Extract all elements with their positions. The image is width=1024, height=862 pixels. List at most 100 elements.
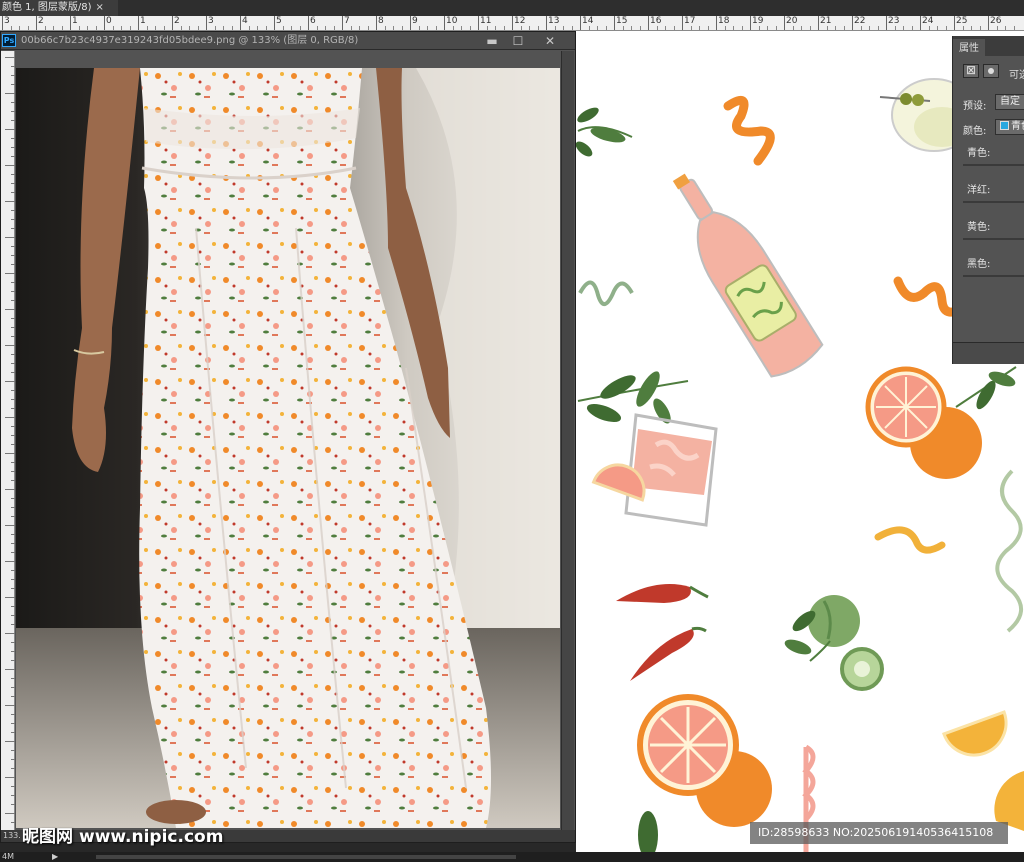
ruler-tick	[240, 16, 241, 30]
ruler-tick	[11, 210, 15, 211]
vertical-scrollbar[interactable]	[561, 51, 574, 831]
ruler-label: 26	[990, 16, 1002, 26]
black-slider[interactable]	[963, 275, 1024, 277]
ruler-minor-tick	[486, 26, 488, 30]
adjustment-icon[interactable]	[963, 63, 979, 78]
ruler-tick	[11, 624, 15, 625]
ruler-tick	[11, 102, 15, 103]
ruler-minor-tick	[469, 26, 471, 30]
ruler-label: 1	[140, 16, 146, 26]
ruler-tick	[11, 579, 15, 580]
ruler-minor-tick	[418, 26, 420, 30]
ruler-minor-tick	[605, 26, 607, 30]
ruler-minor-tick	[87, 26, 88, 30]
horizontal-scrollbar[interactable]	[96, 855, 516, 859]
ruler-minor-tick	[835, 26, 836, 30]
ruler-minor-tick	[665, 26, 666, 30]
preset-select[interactable]: 自定	[995, 94, 1024, 110]
ruler-minor-tick	[733, 26, 734, 30]
document-zoom-readout[interactable]: 133.	[3, 830, 21, 842]
ruler-tick	[886, 16, 887, 30]
ruler-tick	[11, 426, 15, 427]
ruler-minor-tick	[741, 26, 743, 30]
ruler-minor-tick	[393, 26, 394, 30]
document-tab[interactable]: 颜色 1, 图层蒙版/8) ×	[0, 0, 118, 16]
document-window[interactable]: Ps 00b66c7b23c4937e319243fd05bdee9.png @…	[0, 31, 576, 843]
ruler-minor-tick	[223, 26, 224, 30]
ruler-tick	[11, 660, 15, 661]
ruler-minor-tick	[945, 26, 947, 30]
ruler-minor-tick	[894, 26, 896, 30]
chili-peppers	[616, 584, 709, 681]
ruler-minor-tick	[903, 26, 904, 30]
vertical-ruler[interactable]	[1, 51, 15, 831]
photoshop-icon: Ps	[2, 34, 16, 47]
ruler-tick	[11, 336, 15, 337]
cocktail-glass	[624, 413, 718, 527]
ruler-tick	[11, 732, 15, 733]
ruler-minor-tick	[316, 26, 318, 30]
green-squiggle	[578, 280, 634, 306]
ruler-tick	[11, 768, 15, 769]
ruler-tick	[5, 741, 15, 742]
watermark-id: ID:28598633 NO:20250619140536415108	[750, 822, 1008, 844]
ruler-tick	[11, 66, 15, 67]
document-title: 00b66c7b23c4937e319243fd05bdee9.png @ 13…	[21, 35, 359, 46]
ruler-minor-tick	[673, 26, 675, 30]
ruler-minor-tick	[1013, 26, 1015, 30]
ruler-tick	[11, 651, 15, 652]
restore-icon[interactable]: ☐	[507, 33, 529, 49]
ruler-minor-tick	[350, 26, 352, 30]
ruler-tick	[11, 255, 15, 256]
ruler-tick	[11, 84, 15, 85]
ruler-minor-tick	[869, 26, 870, 30]
ruler-minor-tick	[19, 26, 20, 30]
orange-squiggle	[723, 95, 775, 166]
ruler-tick	[5, 705, 15, 706]
window-close-icon[interactable]: ✕	[539, 33, 561, 49]
ruler-tick	[11, 543, 15, 544]
ruler-tick	[11, 300, 15, 301]
ruler-tick	[11, 147, 15, 148]
ruler-tick	[11, 615, 15, 616]
ruler-minor-tick	[282, 26, 284, 30]
yellow-slider[interactable]	[963, 238, 1024, 240]
mask-icon[interactable]	[983, 64, 999, 78]
color-value: 青色	[1011, 121, 1024, 132]
ruler-minor-tick	[937, 26, 938, 30]
ruler-minor-tick	[248, 26, 250, 30]
magenta-slider[interactable]	[963, 201, 1024, 203]
ruler-minor-tick	[163, 26, 165, 30]
horizontal-ruler[interactable]: 3 2 1 0 1 2 3 4 5 6 7 8 9 10 11 12 13 14 15 16 17 18 19 20 21 22 2…	[0, 16, 1024, 31]
document-tab-title: 颜色 1, 图层蒙版/8)	[2, 2, 92, 13]
minimize-icon[interactable]: ▬	[481, 33, 503, 49]
ruler-minor-tick	[775, 26, 777, 30]
tab-properties[interactable]: 属性	[953, 39, 985, 59]
ruler-tick	[784, 16, 785, 30]
ruler-minor-tick	[928, 26, 930, 30]
ruler-minor-tick	[588, 26, 590, 30]
ruler-label: 21	[820, 16, 832, 26]
ruler-tick	[11, 192, 15, 193]
ruler-tick	[11, 111, 15, 112]
ruler-tick	[11, 480, 15, 481]
ruler-tick	[11, 75, 15, 76]
ruler-minor-tick	[401, 26, 403, 30]
close-icon[interactable]: ×	[96, 2, 104, 13]
ruler-minor-tick	[707, 26, 709, 30]
ruler-tick	[5, 165, 15, 166]
document-titlebar[interactable]: Ps 00b66c7b23c4937e319243fd05bdee9.png @…	[1, 32, 575, 50]
ruler-tick	[11, 390, 15, 391]
status-zoom[interactable]: 4M	[2, 852, 14, 862]
leaf-sprig-middle	[577, 371, 689, 424]
ruler-tick	[11, 408, 15, 409]
ruler-label: 24	[922, 16, 934, 26]
properties-panel: 属性 可选颜色 预设: 自定 颜色: 青色 青色: 洋红: 黄色: 黑色:	[952, 36, 1024, 364]
status-arrow-icon[interactable]: ▶	[52, 852, 58, 862]
ruler-tick	[172, 16, 173, 30]
black-label: 黑色:	[967, 259, 991, 270]
cyan-slider[interactable]	[963, 164, 1024, 166]
ruler-tick	[512, 16, 513, 30]
watermark-brand: 昵图网	[22, 827, 73, 847]
color-select[interactable]: 青色	[995, 119, 1024, 135]
